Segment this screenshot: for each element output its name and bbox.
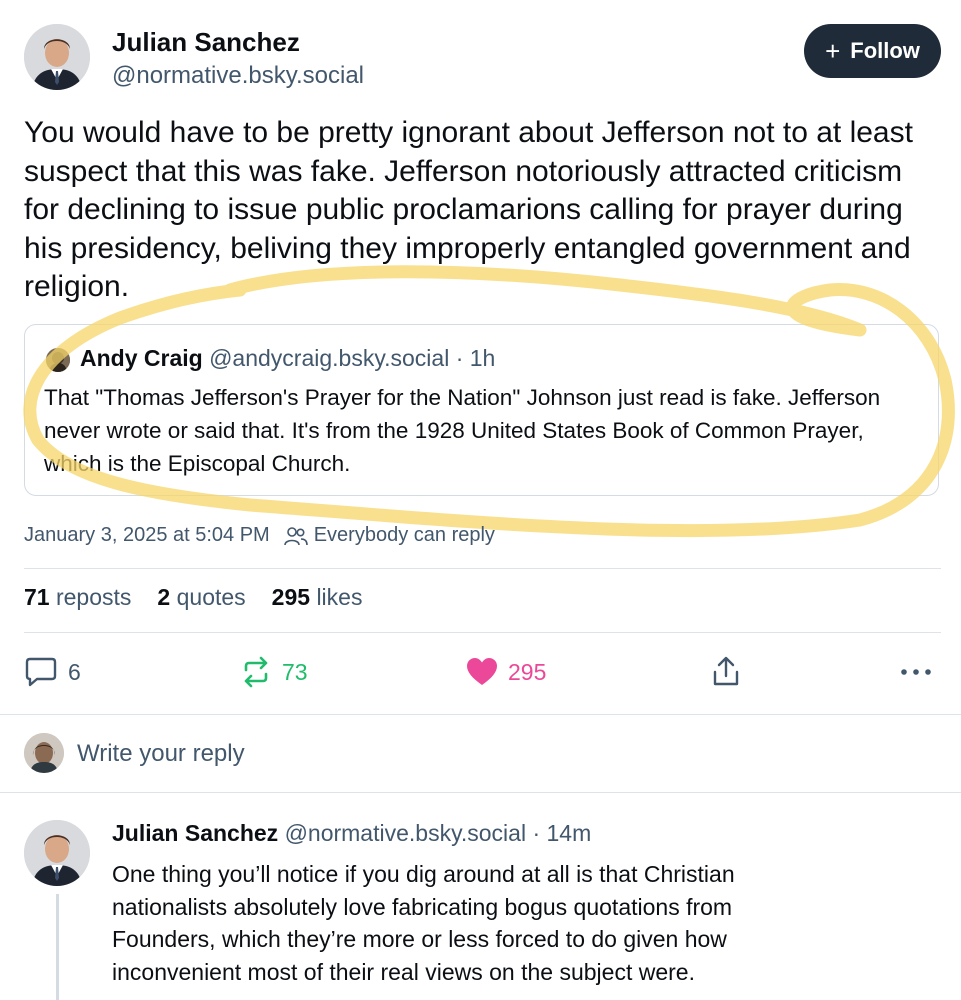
reply-composer-input[interactable]: Write your reply [77,740,245,768]
people-icon [283,526,308,545]
quotes-count: 2 [157,584,171,610]
post-stats: 71 reposts 2 quotes 295 likes [24,584,362,611]
post-meta: January 3, 2025 at 5:04 PM Everybody can… [24,524,495,547]
quote-age: · 1h [455,345,496,371]
reply-author-name[interactable]: Julian Sanchez [112,820,278,846]
quote-author-name[interactable]: Andy Craig [80,345,203,371]
current-user-avatar [24,733,64,773]
reply-setting-label: Everybody can reply [313,524,495,546]
reply-age: · 14m [532,820,592,846]
quote-header: Andy Craig @andycraig.bsky.social · 1h [80,345,495,372]
divider [0,792,961,793]
heart-icon [467,658,497,685]
divider [0,714,961,715]
share-icon [713,656,739,686]
reply-button[interactable]: 6 [24,652,81,692]
reply-setting[interactable]: Everybody can reply [283,524,495,547]
author-handle[interactable]: @normative.bsky.social [112,62,364,90]
post-timestamp[interactable]: January 3, 2025 at 5:04 PM [24,524,270,547]
more-icon [901,669,931,675]
reposts-count: 71 [24,584,50,610]
divider [24,568,941,569]
like-count: 295 [508,658,547,685]
follow-label: Follow [850,38,920,63]
reply-author-handle[interactable]: @normative.bsky.social [285,820,527,846]
user-avatar-image [24,733,64,773]
share-button[interactable] [710,652,742,692]
divider [24,632,941,633]
follow-button[interactable]: + Follow [804,24,941,78]
avatar-image [24,820,90,886]
quotes-label: quotes [176,584,246,610]
quotes-stat[interactable]: 2 quotes [157,584,245,611]
reply-header: Julian Sanchez @normative.bsky.social · … [112,820,591,847]
likes-count: 295 [271,584,311,610]
reposts-stat[interactable]: 71 reposts [24,584,131,611]
reply-bubble-icon [25,657,57,687]
repost-count: 73 [282,658,308,685]
reposts-label: reposts [55,584,132,610]
reply-text: One thing you’ll notice if you dig aroun… [112,861,735,985]
post-text: You would have to be pretty ignorant abo… [24,116,913,303]
like-button[interactable]: 295 [466,652,546,692]
author-name[interactable]: Julian Sanchez [112,27,300,58]
more-button[interactable] [900,652,932,692]
author-avatar[interactable] [24,24,90,90]
reply-count: 6 [68,658,81,685]
quote-author-handle[interactable]: @andycraig.bsky.social [209,345,449,371]
quote-author-avatar[interactable] [46,348,70,372]
repost-button[interactable]: 73 [240,652,308,692]
avatar-image [24,24,90,90]
likes-label: likes [316,584,363,610]
reply-author-avatar[interactable] [24,820,90,886]
plus-icon: + [825,36,841,66]
quote-text: That "Thomas Jefferson's Prayer for the … [44,385,881,476]
quote-avatar-image [46,348,70,372]
repost-icon [244,656,268,688]
likes-stat[interactable]: 295 likes [272,584,363,611]
thread-line [56,894,59,1000]
